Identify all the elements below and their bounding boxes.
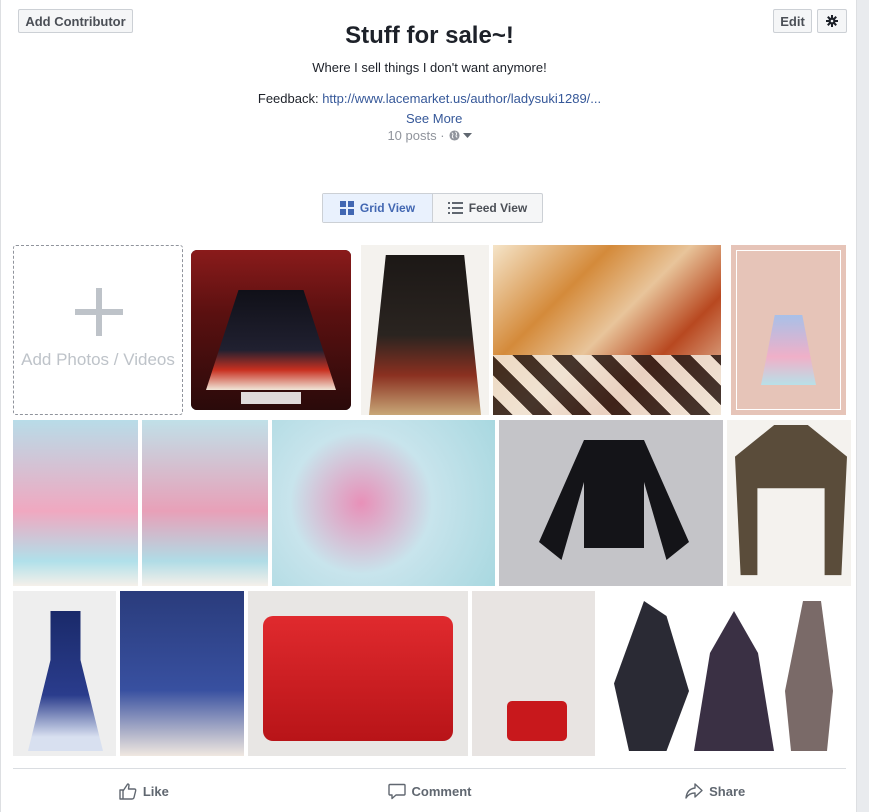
globe-icon [449, 130, 460, 141]
photo-navy-dress-hanging[interactable] [120, 591, 244, 756]
comment-button[interactable]: Comment [287, 770, 573, 812]
feed-view-label: Feed View [468, 201, 528, 215]
album-meta: 10 posts · [1, 128, 858, 143]
comment-label: Comment [411, 783, 472, 799]
album-card: Add Contributor Edit Stuff for sale~! Wh… [0, 0, 857, 812]
plus-icon [75, 288, 123, 336]
list-icon [447, 201, 463, 214]
grid-view-label: Grid View [359, 201, 416, 215]
add-photos-label: Add Photos / Videos [21, 350, 175, 369]
photo-floral-print-closeup[interactable] [272, 420, 495, 586]
comment-icon [387, 783, 406, 799]
grid-icon [339, 201, 354, 215]
like-label: Like [142, 783, 169, 799]
photo-black-skirt-promo[interactable] [191, 250, 351, 410]
share-button[interactable]: Share [572, 770, 858, 812]
view-toggle: Grid View Feed View [322, 193, 543, 223]
album-title: Stuff for sale~! [345, 22, 514, 49]
see-more-link[interactable]: See More [406, 111, 462, 126]
photo-pastel-dress-back[interactable] [142, 420, 268, 586]
thumbs-up-icon [119, 782, 137, 800]
share-icon [685, 783, 703, 799]
photo-red-bag-closeup[interactable] [248, 591, 468, 756]
like-button[interactable]: Like [1, 770, 287, 812]
post-actions-bar: Like Comment Share [1, 770, 858, 812]
actions-divider [13, 768, 846, 769]
photo-red-bag-strap[interactable] [472, 591, 595, 756]
photo-navy-dress-mannequin[interactable] [13, 591, 116, 756]
add-photos-tile[interactable]: Add Photos / Videos [13, 245, 183, 415]
photo-neverland-skirt[interactable] [731, 245, 846, 415]
photo-olive-blouse[interactable] [727, 420, 851, 586]
feed-view-button[interactable]: Feed View [433, 194, 542, 222]
photo-character-artwork[interactable] [599, 591, 851, 756]
privacy-selector[interactable] [449, 130, 472, 141]
post-count: 10 posts · [387, 128, 445, 143]
feedback-line: Feedback: http://www.lacemarket.us/autho… [1, 91, 858, 106]
photo-pastel-dress-front[interactable] [13, 420, 138, 586]
photo-print-closeup[interactable] [493, 245, 721, 415]
photo-black-skirt-hanging[interactable] [361, 245, 489, 415]
share-label: Share [709, 783, 746, 799]
feedback-link[interactable]: http://www.lacemarket.us/author/ladysuki… [322, 91, 601, 106]
photo-black-cardigan[interactable] [499, 420, 723, 586]
feedback-label: Feedback: [257, 91, 323, 106]
chevron-down-icon [462, 132, 472, 138]
grid-view-button[interactable]: Grid View [323, 194, 433, 222]
album-description: Where I sell things I don't want anymore… [312, 60, 547, 75]
